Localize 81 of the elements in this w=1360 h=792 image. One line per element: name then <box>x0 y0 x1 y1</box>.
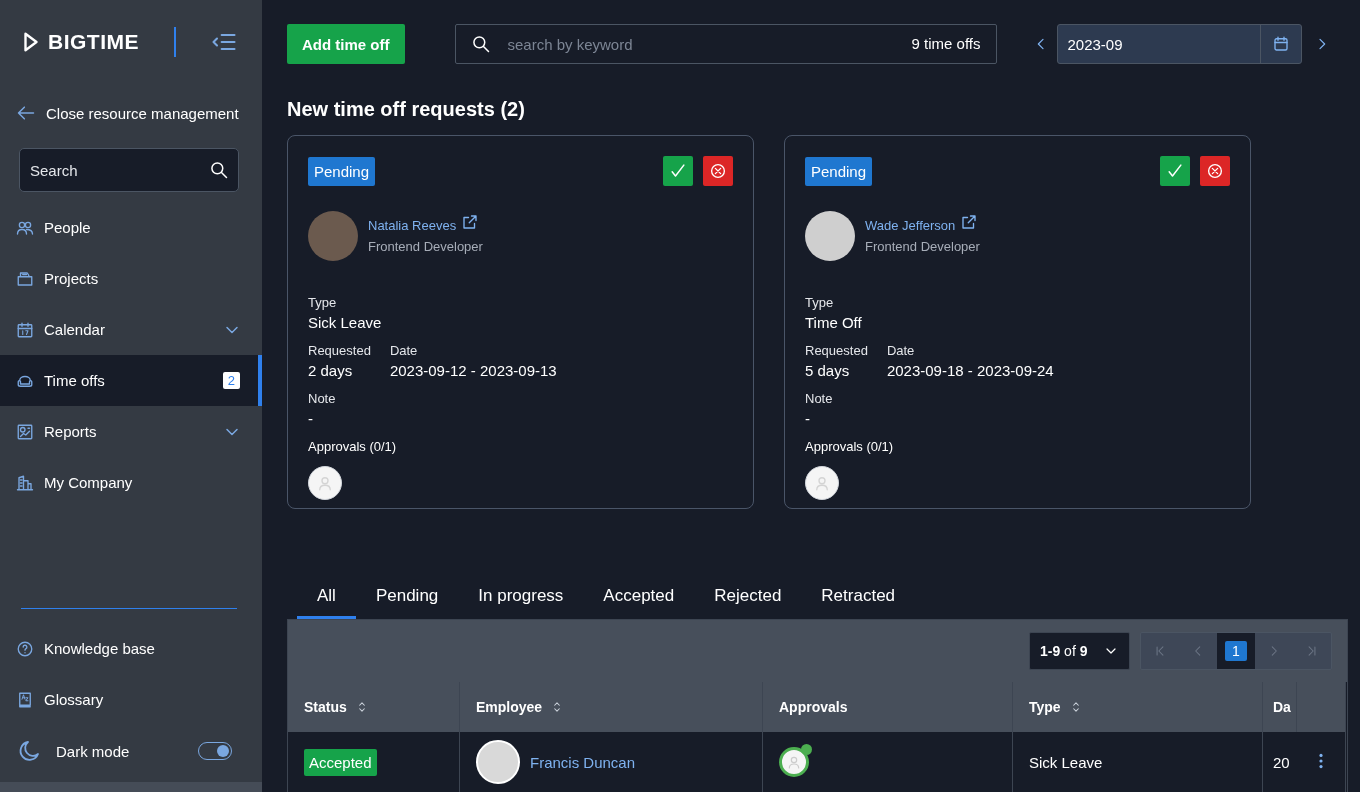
moon-icon <box>18 739 42 763</box>
status-badge: Pending <box>308 156 376 186</box>
count-badge: 2 <box>222 372 240 389</box>
search-icon <box>470 34 491 54</box>
employee-role: Frontend Developer <box>865 239 980 254</box>
field-value: - <box>805 410 811 427</box>
filter-tab[interactable]: Retracted <box>801 575 916 619</box>
avatar <box>805 211 855 261</box>
filter-tab[interactable]: Pending <box>355 575 459 619</box>
status-badge: Accepted <box>304 748 377 776</box>
employee-link[interactable]: Natalia Reeves <box>368 218 457 233</box>
reject-button[interactable] <box>703 156 733 186</box>
more-vertical-icon <box>1318 752 1323 769</box>
filter-tab[interactable]: In progress <box>458 575 584 619</box>
nav-item[interactable]: Projects <box>0 253 262 304</box>
reject-button[interactable] <box>1200 156 1230 186</box>
employee-link[interactable]: Wade Jefferson <box>865 218 956 233</box>
help-icon <box>16 639 34 658</box>
approve-button[interactable] <box>663 156 693 186</box>
column-header[interactable]: Employee <box>460 682 763 732</box>
avatar <box>308 211 358 261</box>
field-value: Sick Leave <box>308 314 383 331</box>
column-header[interactable]: Status <box>288 682 460 732</box>
field-value: 2 days <box>308 362 354 379</box>
field-label: Note <box>805 391 834 406</box>
page-button[interactable]: 1 <box>1217 633 1255 669</box>
nav-item[interactable]: Time offs 2 <box>0 355 262 406</box>
result-count: 9 time offs <box>911 35 981 52</box>
field-label: Date <box>389 343 419 358</box>
field-value: - <box>308 410 314 427</box>
field-label: Requested <box>805 343 868 358</box>
nav-item[interactable]: Reports <box>0 406 262 457</box>
approver-avatar-icon <box>805 466 839 500</box>
nav-item[interactable]: People <box>0 202 262 253</box>
field-label: Requested <box>308 343 371 358</box>
approve-button[interactable] <box>1160 156 1190 186</box>
logo-text: BIGTIME <box>48 30 139 54</box>
nav-item[interactable]: Calendar <box>0 304 262 355</box>
building-icon <box>16 473 34 492</box>
external-link-icon[interactable] <box>461 212 480 231</box>
field-label: Approvals (0/1) <box>308 439 398 454</box>
field-label: Type <box>805 295 835 310</box>
nav-item[interactable]: Knowledge base <box>0 623 262 674</box>
external-link-icon[interactable] <box>960 212 979 231</box>
column-header: Da <box>1263 682 1296 732</box>
x-circle-icon <box>709 162 727 180</box>
table-cell: Sick Leave <box>1029 753 1103 771</box>
nav-item[interactable]: My Company <box>0 457 262 508</box>
column-header: Approvals <box>763 682 1013 732</box>
back-link[interactable]: Close resource management <box>16 98 262 128</box>
approver-avatar-icon <box>308 466 342 500</box>
field-value: 2023-09-18 - 2023-09-24 <box>886 362 1054 379</box>
glossary-icon <box>16 690 34 709</box>
field-value: 2023-09-12 - 2023-09-13 <box>389 362 557 379</box>
page-size-dropdown[interactable]: 1-9 of 9 <box>1029 632 1130 670</box>
calendar-icon[interactable] <box>1271 35 1290 53</box>
status-badge: Pending <box>805 156 873 186</box>
filter-tab[interactable]: Rejected <box>694 575 802 619</box>
field-value: Time Off <box>805 314 863 331</box>
field-label: Approvals (0/1) <box>805 439 895 454</box>
filter-tab[interactable]: Accepted <box>583 575 695 619</box>
calendar-icon <box>16 320 34 339</box>
employee-role: Frontend Developer <box>368 239 483 254</box>
field-value: 5 days <box>805 362 851 379</box>
search-icon <box>209 160 229 180</box>
avatar <box>476 740 520 784</box>
nav-item[interactable]: Glossary <box>0 674 262 725</box>
column-header[interactable]: Type <box>1013 682 1263 732</box>
chart-board-icon <box>16 422 34 441</box>
field-label: Note <box>308 391 337 406</box>
employee-link[interactable]: Francis Duncan <box>530 753 636 771</box>
section-title: New time off requests (2) <box>287 98 526 121</box>
x-circle-icon <box>1206 162 1224 180</box>
field-label: Date <box>886 343 916 358</box>
table-cell: 20 <box>1273 753 1290 771</box>
field-label: Type <box>308 295 338 310</box>
month-field[interactable]: 2023-09 <box>1056 24 1302 64</box>
folder-icon <box>16 269 34 288</box>
dark-mode-label: Dark mode <box>56 742 131 760</box>
search-field[interactable]: Search <box>19 148 239 192</box>
arrow-left-icon <box>16 103 36 123</box>
